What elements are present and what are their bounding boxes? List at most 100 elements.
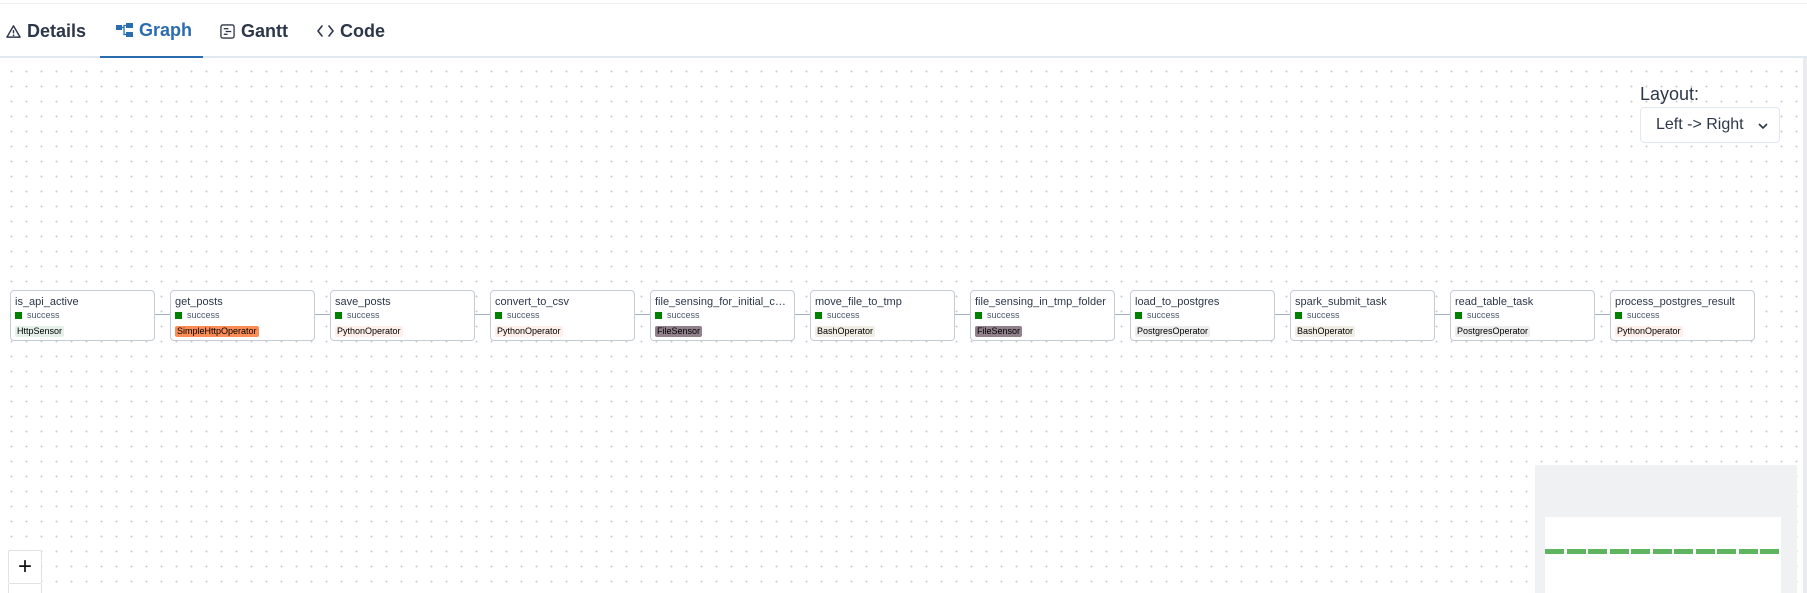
task-status-text: success [1467, 310, 1500, 320]
minimap-node [1760, 549, 1779, 554]
zoom-in-button[interactable]: + [8, 550, 42, 584]
task-node[interactable]: move_file_to_tmpsuccess BashOperator [810, 290, 955, 341]
operator-badge: BashOperator [815, 326, 876, 337]
task-status-text: success [827, 310, 860, 320]
tab-graph[interactable]: Graph [100, 4, 203, 58]
status-square-icon [495, 312, 502, 319]
minimap[interactable] [1535, 465, 1797, 593]
tab-label: Code [340, 20, 385, 41]
task-status-text: success [507, 310, 540, 320]
task-edge [955, 314, 970, 315]
graph-icon [116, 22, 133, 38]
status-square-icon [1135, 312, 1142, 319]
status-square-icon [1455, 312, 1462, 319]
status-square-icon [655, 312, 662, 319]
minimap-node [1588, 549, 1607, 554]
operator-badge: SimpleHttpOperator [175, 326, 259, 337]
task-name: move_file_to_tmp [815, 296, 902, 308]
task-status: success [655, 310, 794, 321]
zoom-out-button[interactable] [8, 584, 42, 593]
minimap-viewport[interactable] [1545, 517, 1781, 593]
tab-label: Details [27, 20, 87, 41]
task-node[interactable]: convert_to_csvsuccess PythonOperator [490, 290, 635, 341]
minimap-node [1717, 549, 1736, 554]
minimap-node [1609, 549, 1629, 554]
task-node[interactable]: file_sensing_in_tmp_foldersuccess FileSen… [970, 290, 1115, 341]
scrollbar[interactable] [1803, 58, 1807, 593]
layout-select-value: Left -> Right [1656, 116, 1744, 133]
status-square-icon [175, 312, 182, 319]
task-name: save_posts [335, 296, 391, 308]
chevron-down-icon [1757, 119, 1769, 137]
task-edge [1595, 314, 1610, 315]
minimap-node [1738, 549, 1758, 554]
task-name: spark_submit_task [1295, 296, 1387, 308]
task-status-text: success [1147, 310, 1180, 320]
task-status: success [1295, 310, 1434, 321]
task-name: process_postgres_result [1615, 296, 1735, 308]
task-status-text: success [1627, 310, 1660, 320]
task-name: get_posts [175, 296, 223, 308]
status-square-icon [335, 312, 342, 319]
task-name: is_api_active [15, 296, 79, 308]
layout-label: Layout: [1640, 84, 1700, 104]
task-node[interactable]: process_postgres_resultsuccess PythonOper… [1610, 290, 1755, 341]
minimap-node [1652, 549, 1672, 554]
gantt-icon [220, 23, 235, 39]
operator-badge: PythonOperator [495, 326, 563, 337]
tab-details[interactable]: Details [6, 4, 86, 58]
minimap-node [1674, 549, 1693, 554]
operator-badge: PostgresOperator [1455, 326, 1531, 337]
task-node[interactable]: spark_submit_tasksuccess BashOperator [1290, 290, 1435, 341]
task-edge [1115, 314, 1130, 315]
status-square-icon [1295, 312, 1302, 319]
task-name: read_table_task [1455, 296, 1534, 308]
task-status-text: success [347, 310, 380, 320]
task-status: success [1615, 310, 1754, 321]
task-name: convert_to_csv [495, 296, 569, 308]
task-status-text: success [987, 310, 1020, 320]
status-square-icon [815, 312, 822, 319]
tab-gantt[interactable]: Gantt [220, 4, 300, 58]
task-edge [1435, 314, 1450, 315]
warning-triangle-icon [6, 24, 21, 39]
operator-badge: BashOperator [1295, 326, 1356, 337]
status-square-icon [975, 312, 982, 319]
minimap-node [1695, 549, 1715, 554]
tab-label: Graph [139, 19, 193, 40]
operator-badge: PythonOperator [1615, 326, 1683, 337]
task-name: file_sensing_for_initial_csv... [655, 296, 791, 308]
task-status: success [815, 310, 954, 321]
layout-select[interactable]: Left -> Right [1640, 107, 1780, 143]
task-edge [155, 314, 170, 315]
minimap-node [1631, 549, 1650, 554]
tab-label: Gantt [241, 20, 288, 41]
task-status: success [495, 310, 634, 321]
task-edge [635, 314, 650, 315]
task-name: load_to_postgres [1135, 296, 1220, 308]
task-status: success [1135, 310, 1274, 321]
graph-canvas[interactable]: Layout: Left -> Right is_api_activesucce… [0, 58, 1803, 593]
minimap-node [1545, 549, 1564, 554]
task-node[interactable]: load_to_postgres success PostgresOperator [1130, 290, 1275, 341]
status-square-icon [1615, 312, 1622, 319]
task-name: file_sensing_in_tmp_folder [975, 296, 1106, 308]
task-status: success [15, 310, 154, 321]
operator-badge: FileSensor [975, 326, 1023, 337]
operator-badge: PythonOperator [335, 326, 403, 337]
tab-bar: Details Graph Gantt Code [0, 4, 1807, 58]
task-edge [1275, 314, 1290, 315]
task-node[interactable]: save_postssuccess PythonOperator [330, 290, 475, 341]
operator-badge: FileSensor [655, 326, 703, 337]
task-node[interactable]: get_posts success SimpleHttpOperator [170, 290, 315, 341]
task-node[interactable]: read_table_tasksuccess PostgresOperator [1450, 290, 1595, 341]
task-status-text: success [1307, 310, 1340, 320]
task-node[interactable]: file_sensing_for_initial_csv...success Fi… [650, 290, 795, 341]
tab-code[interactable]: Code [317, 4, 397, 58]
task-edge [475, 314, 490, 315]
task-edge [795, 314, 810, 315]
status-square-icon [15, 312, 22, 319]
task-node[interactable]: is_api_activesuccess HttpSensor [10, 290, 155, 341]
task-status-text: success [27, 310, 60, 320]
operator-badge: HttpSensor [15, 326, 65, 337]
